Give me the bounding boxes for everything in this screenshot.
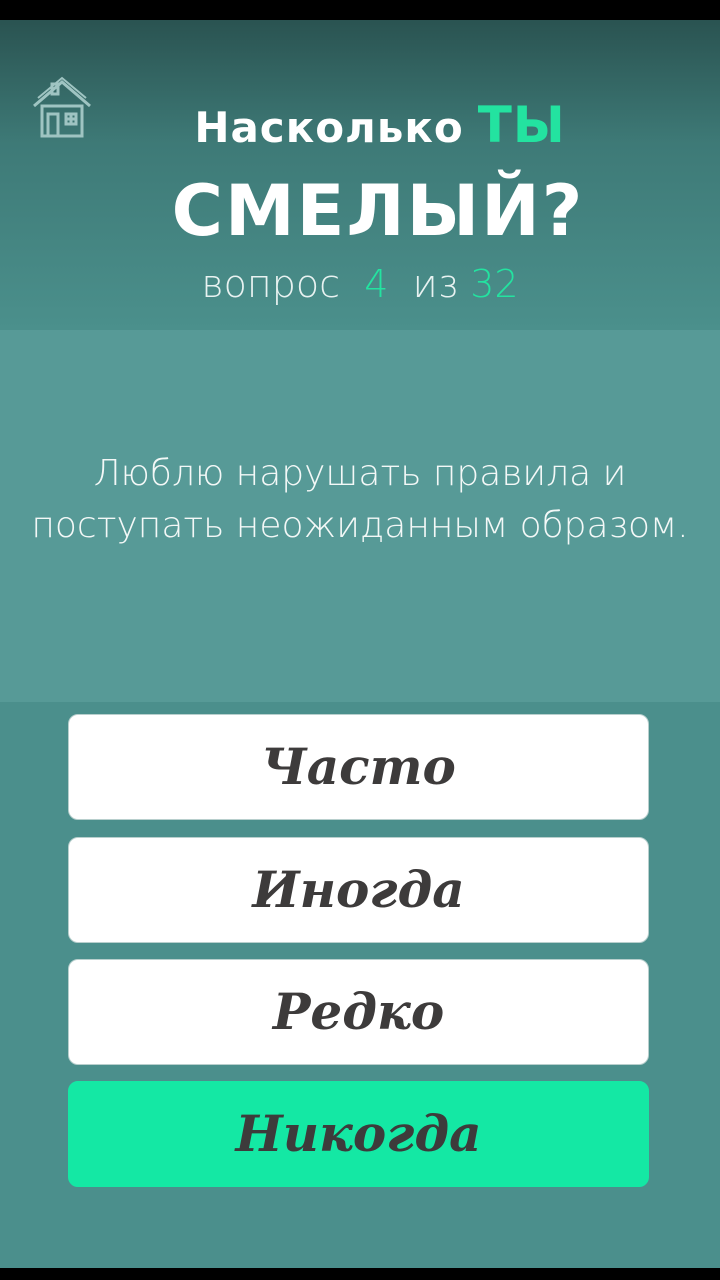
total-questions-number: 32 — [470, 262, 519, 306]
question-panel: Люблю нарушать правила и поступать неожи… — [0, 330, 720, 702]
answer-never-button[interactable]: Никогда — [68, 1081, 649, 1187]
question-text: Люблю нарушать правила и поступать неожи… — [20, 448, 700, 552]
title-line1: Насколько ТЫ — [0, 96, 720, 154]
current-question-number: 4 — [364, 262, 389, 306]
title-line2: СМЕЛЫЙ? — [171, 170, 585, 252]
progress-prefix: вопрос — [201, 262, 341, 306]
question-progress: вопрос 4 из 32 — [0, 262, 720, 306]
question-line1: Люблю нарушать правила и — [93, 453, 627, 494]
progress-separator: из — [412, 262, 459, 306]
answer-sometimes-button[interactable]: Иногда — [68, 837, 649, 943]
title-part1: Насколько — [194, 103, 464, 152]
answer-rarely-button[interactable]: Редко — [68, 959, 649, 1065]
answer-often-button[interactable]: Часто — [68, 714, 649, 820]
question-line2: поступать неожиданным образом. — [31, 505, 689, 546]
quiz-screen: Насколько ТЫ СМЕЛЫЙ? вопрос 4 из 32 Люблю… — [0, 20, 720, 1268]
title-accent: ТЫ — [477, 96, 566, 154]
header: Насколько ТЫ СМЕЛЫЙ? вопрос 4 из 32 — [0, 20, 720, 330]
